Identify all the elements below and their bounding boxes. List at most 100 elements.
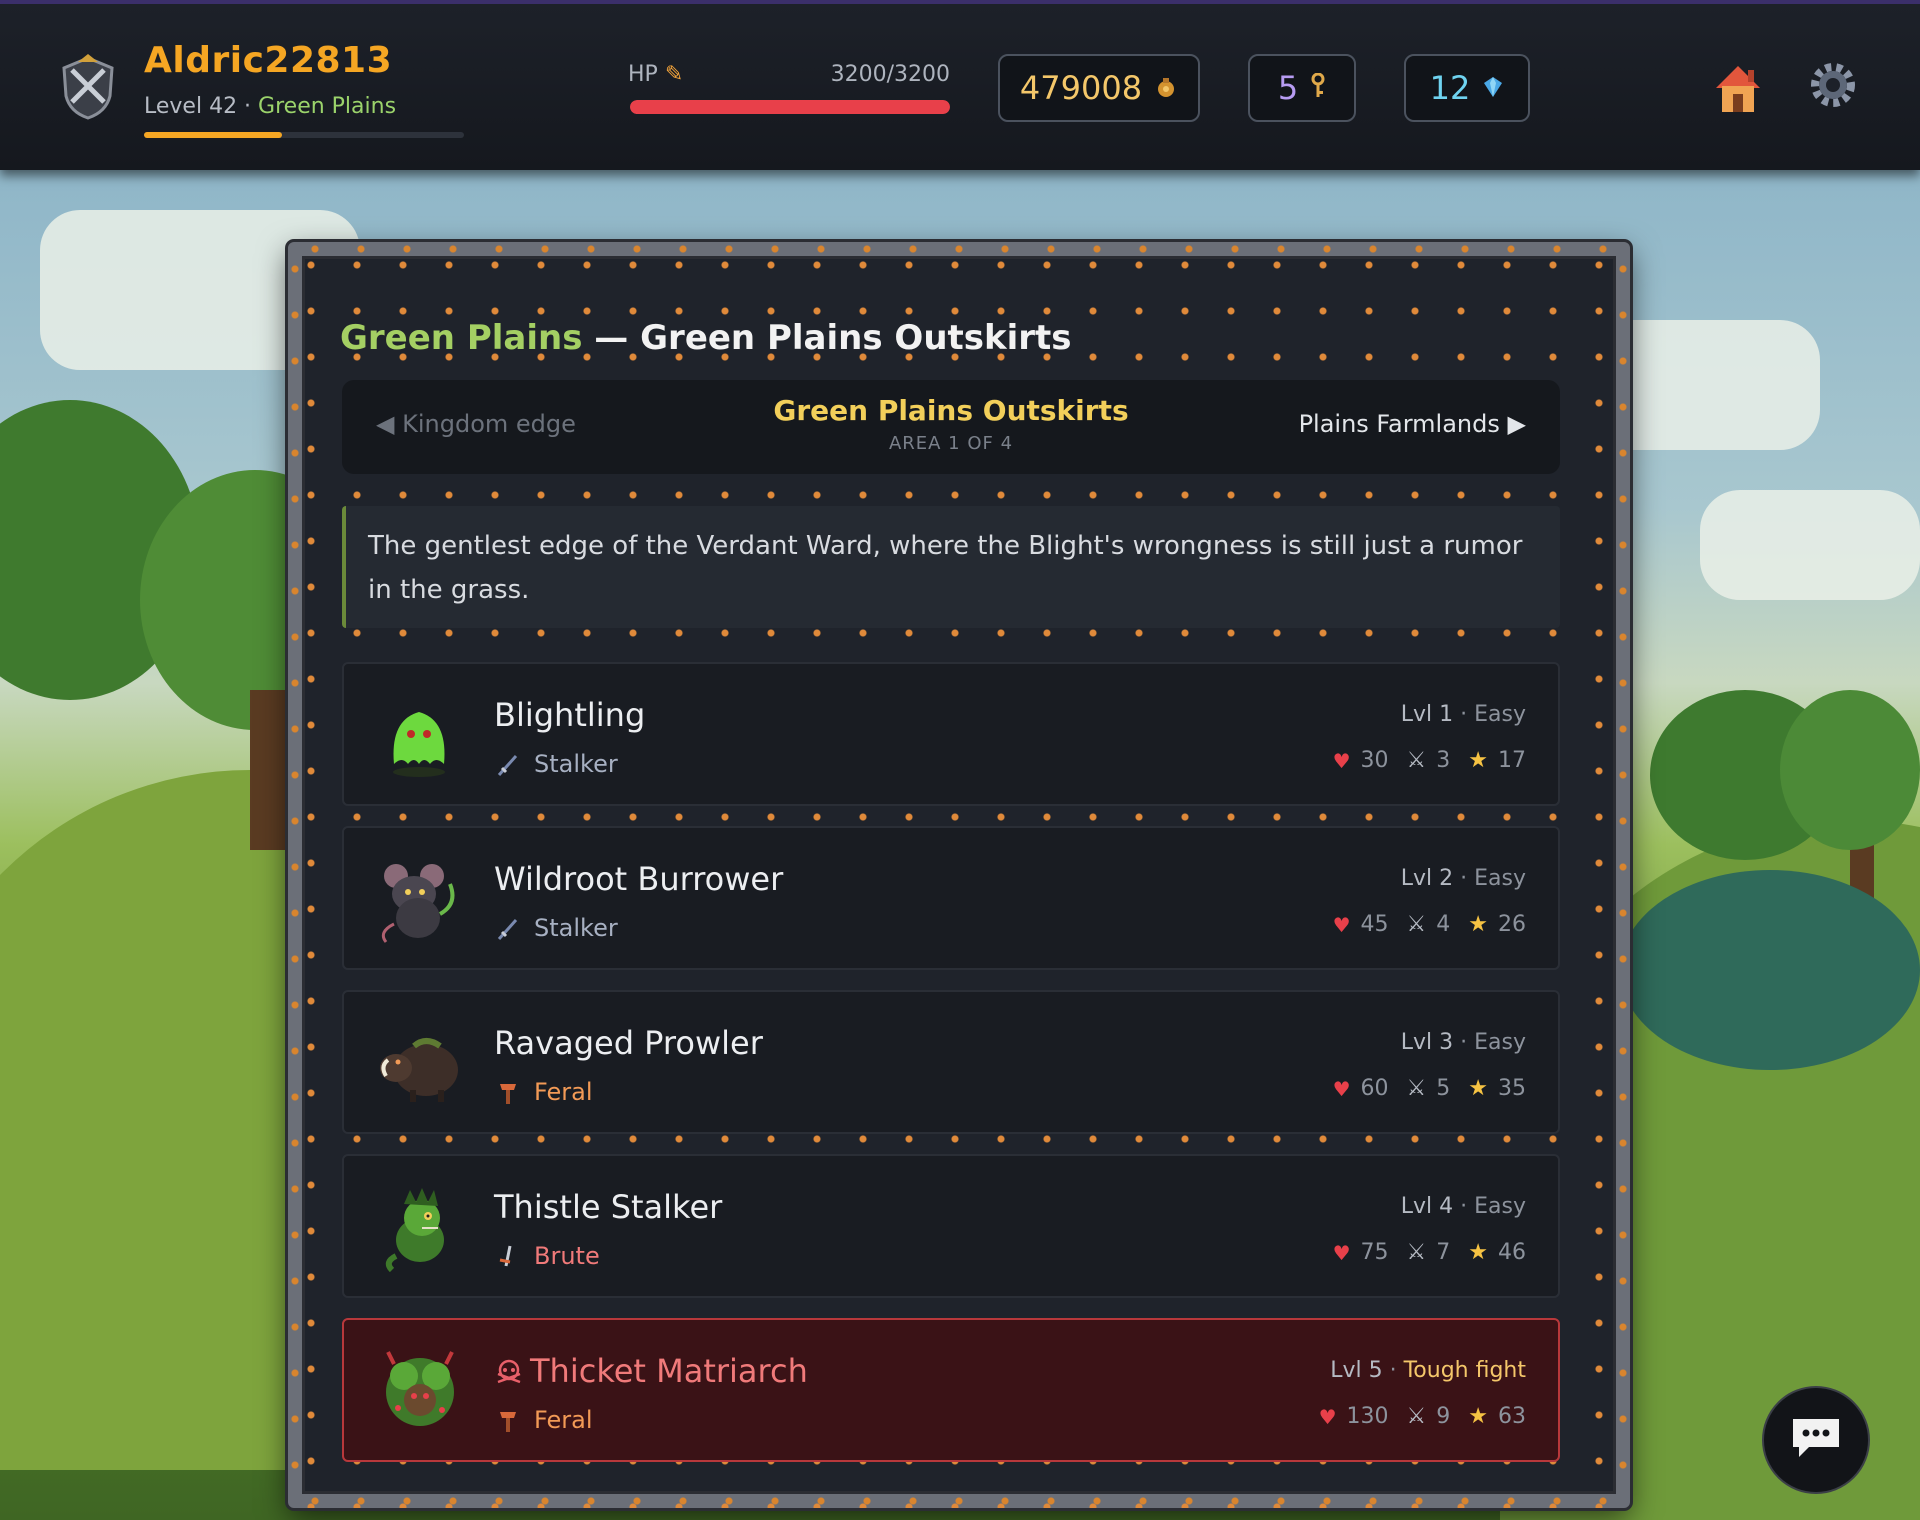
player-level-zone: Level 42 · Green Plains [144,94,397,119]
enemy-hp: 130 [1346,1404,1389,1429]
enemy-level: Lvl 3 · Easy [1400,1030,1526,1055]
player-zone: Green Plains [258,94,397,119]
player-name: Aldric22813 [144,40,393,81]
keys-counter[interactable]: 5 [1248,54,1356,122]
enemy-class: Stalker [534,750,618,778]
enemy-hp: 60 [1360,1076,1389,1101]
lizard-portrait-icon [374,1182,464,1273]
gear-icon[interactable] [1806,58,1860,112]
enemy-level: Lvl 5 · Tough fight [1330,1358,1526,1383]
chevron-right-icon: ▶ [1507,410,1526,438]
enemy-xp: 35 [1498,1076,1526,1101]
enemy-class: Feral [534,1406,593,1434]
area-description: The gentlest edge of the Verdant Ward, w… [342,506,1560,628]
sword-icon: ⚔ [1406,1404,1427,1429]
claw-icon [496,1408,520,1434]
enemy-stats: ♥ 75 ⚔ 7 ★ 46 [1333,1240,1526,1265]
top-bar: Aldric22813 Level 42 · Green Plains HP ✎… [0,0,1920,170]
sword-class-icon [496,1244,520,1270]
chat-bubble-icon [1789,1415,1843,1465]
enemy-xp: 17 [1498,748,1526,773]
enemy-hp: 45 [1360,912,1389,937]
enemy-difficulty: Easy [1474,866,1526,891]
heart-icon: ♥ [1318,1404,1337,1429]
heart-icon: ♥ [1332,1076,1351,1101]
hp-bar [630,100,950,114]
enemy-stats: ♥ 30 ⚔ 3 ★ 17 [1333,748,1526,773]
heart-icon: ♥ [1332,1240,1351,1265]
enemy-name: Thicket Matriarch [530,1352,808,1390]
enemy-name: Thistle Stalker [494,1188,723,1226]
star-icon: ★ [1468,1076,1488,1101]
enemy-card[interactable]: Blightling Stalker Lvl 1 · Easy ♥ 30 ⚔ 3 ★… [342,662,1560,806]
panel-title-area: Green Plains Outskirts [640,318,1072,358]
enemy-difficulty: Easy [1474,1030,1526,1055]
enemy-hp: 75 [1360,1240,1389,1265]
enemy-card[interactable]: Thistle Stalker Brute Lvl 4 · Easy ♥ 75 ⚔… [342,1154,1560,1298]
coin-pouch-icon [1154,69,1178,107]
gold-counter[interactable]: 479008 [998,54,1200,122]
boar-portrait-icon [374,1018,464,1108]
skull-icon [494,1358,524,1388]
gold-amount: 479008 [1019,69,1143,107]
enemy-card[interactable]: Ravaged Prowler Feral Lvl 3 · Easy ♥ 60 ⚔… [342,990,1560,1134]
star-icon: ★ [1468,1240,1488,1265]
gem-icon [1482,69,1504,107]
hp-value: 3200/3200 [830,62,950,87]
enemy-stats: ♥ 45 ⚔ 4 ★ 26 [1333,912,1526,937]
dagger-icon [496,916,520,942]
key-icon [1310,69,1326,107]
enemy-xp: 46 [1498,1240,1526,1265]
next-area-button[interactable]: Plains Farmlands ▶ [1299,410,1526,438]
crossed-swords-shield-icon[interactable] [56,52,120,122]
enemy-stats: ♥ 60 ⚔ 5 ★ 35 [1333,1076,1526,1101]
enemy-level: Lvl 4 · Easy [1400,1194,1526,1219]
gems-amount: 12 [1429,69,1471,107]
enemy-card[interactable]: Wildroot Burrower Stalker Lvl 2 · Easy ♥… [342,826,1560,970]
enemy-atk: 7 [1436,1240,1451,1265]
enemy-difficulty: Easy [1474,1194,1526,1219]
enemy-list: Blightling Stalker Lvl 1 · Easy ♥ 30 ⚔ 3 ★… [342,662,1560,1482]
enemy-difficulty: Tough fight [1403,1358,1526,1383]
enemy-atk: 3 [1436,748,1451,773]
bush-beast-portrait-icon [374,1346,464,1436]
sword-icon: ⚔ [1406,1240,1427,1265]
xp-bar [144,132,464,138]
enemy-class: Brute [534,1242,600,1270]
area-navigator: ◀ Kingdom edge Green Plains Outskirts AR… [342,380,1560,474]
gems-counter[interactable]: 12 [1404,54,1530,122]
chat-button[interactable] [1762,1386,1870,1494]
enemy-atk: 9 [1436,1404,1451,1429]
rat-portrait-icon [374,854,464,944]
star-icon: ★ [1468,748,1488,773]
player-level: Level 42 [144,94,238,119]
sword-icon: ⚔ [1406,1076,1427,1101]
enemy-hp: 30 [1360,748,1389,773]
heart-icon: ♥ [1332,912,1351,937]
enemy-atk: 5 [1436,1076,1451,1101]
enemy-difficulty: Easy [1474,702,1526,727]
star-icon: ★ [1468,1404,1488,1429]
enemy-level: Lvl 2 · Easy [1400,866,1526,891]
home-icon[interactable] [1710,60,1766,116]
heart-icon: ♥ [1332,748,1351,773]
dagger-icon [496,752,520,778]
slime-portrait-icon [374,690,464,780]
panel-title: Green Plains — Green Plains Outskirts [340,318,1072,358]
enemy-stats: ♥ 130 ⚔ 9 ★ 63 [1319,1404,1526,1429]
panel-title-region: Green Plains [340,318,583,358]
star-icon: ★ [1468,912,1488,937]
hp-feather-icon: ✎ [664,62,684,87]
enemy-atk: 4 [1436,912,1451,937]
enemy-card-boss[interactable]: Thicket Matriarch Feral Lvl 5 · Tough fi… [342,1318,1560,1462]
hp-bar-fill [630,100,950,114]
sword-icon: ⚔ [1406,748,1427,773]
enemy-level: Lvl 1 · Easy [1400,702,1526,727]
enemy-name: Ravaged Prowler [494,1024,763,1062]
enemy-name: Blightling [494,696,646,734]
enemy-xp: 26 [1498,912,1526,937]
enemy-class: Stalker [534,914,618,942]
next-area-label: Plains Farmlands [1298,410,1500,438]
enemy-class: Feral [534,1078,593,1106]
enemy-xp: 63 [1498,1404,1526,1429]
